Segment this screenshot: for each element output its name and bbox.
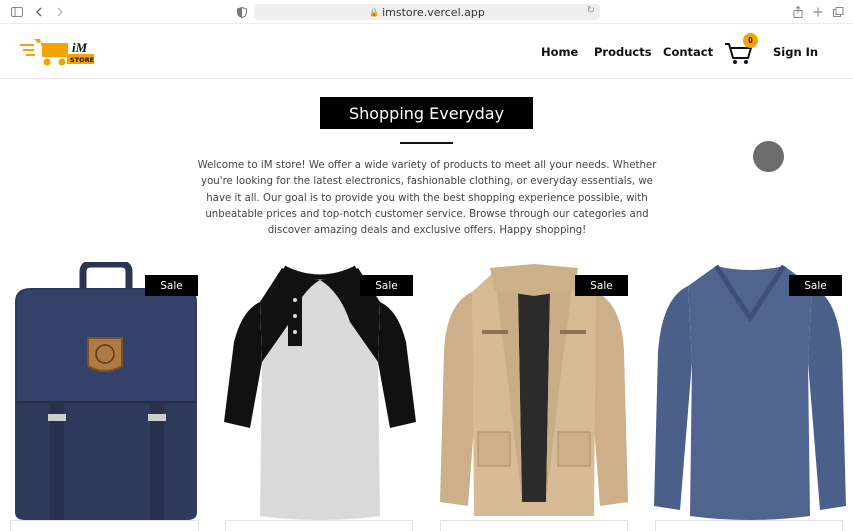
url-text: imstore.vercel.app [382,5,485,19]
site-navbar: iM STORE Home Products Contact 0 Sign In [0,25,853,79]
cart-count-badge: 0 [743,33,758,48]
nav-products-link[interactable]: Products [594,45,652,59]
khaki-jacket-image [440,264,628,516]
hero-title: Shopping Everyday [320,97,533,129]
nav-home-link[interactable]: Home [541,45,578,59]
back-icon[interactable] [33,4,45,20]
lock-icon: 🔒 [369,7,380,17]
store-logo[interactable]: iM STORE [20,37,96,69]
product-card-backpack[interactable]: Sale [5,262,205,531]
product-card-henley[interactable]: Sale [220,262,420,531]
hero-description: Welcome to iM store! We offer a wide var… [197,160,657,237]
navy-backpack-image [15,262,197,520]
sidebar-toggle-icon[interactable] [10,4,24,20]
blue-vneck-sweater-image [654,264,846,520]
privacy-shield-icon[interactable] [236,4,248,20]
product-card-footer [655,520,843,531]
reload-icon[interactable]: ↻ [587,5,595,16]
product-card-sweater[interactable]: Sale [650,262,850,531]
product-card-footer [440,520,628,531]
floating-scroll-button[interactable] [753,141,784,172]
hero-divider [400,142,453,144]
logo-im-text: iM [72,40,88,55]
share-icon[interactable] [792,4,804,20]
forward-icon[interactable] [54,4,66,20]
browser-toolbar: 🔒 imstore.vercel.app ↻ [0,0,853,24]
sale-badge: Sale [360,275,413,296]
product-card-footer [225,520,413,531]
address-bar[interactable]: 🔒 imstore.vercel.app ↻ [254,4,600,20]
sale-badge: Sale [789,275,842,296]
raglan-henley-shirt-image [224,265,416,520]
tab-overview-icon[interactable] [832,4,844,20]
nav-contact-link[interactable]: Contact [663,45,713,59]
sale-badge: Sale [575,275,628,296]
sale-badge: Sale [145,275,198,296]
new-tab-icon[interactable] [812,4,824,20]
product-card-jacket[interactable]: Sale [434,262,634,531]
logo-store-text: STORE [70,56,94,64]
product-card-footer [10,520,199,531]
sign-in-link[interactable]: Sign In [773,45,818,59]
